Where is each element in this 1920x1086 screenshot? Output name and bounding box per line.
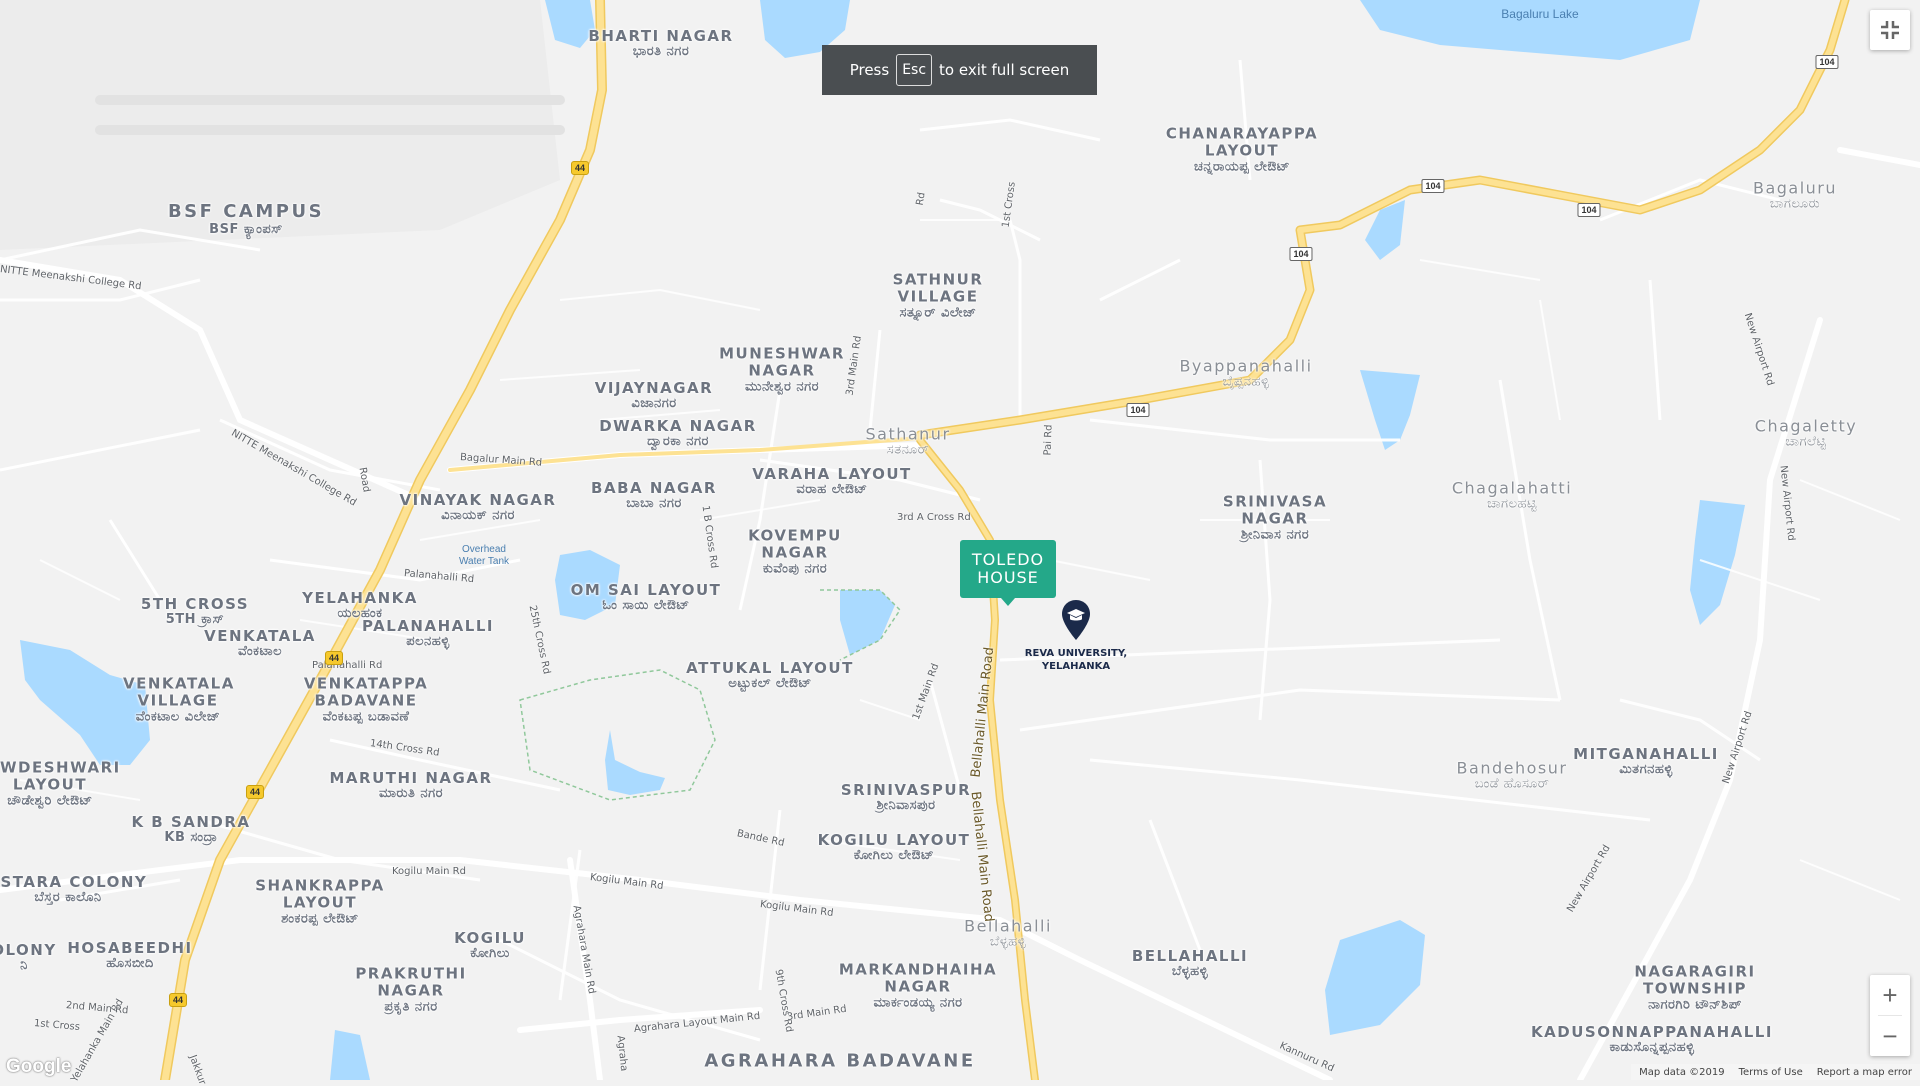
place-label: MITGANAHALLI ಮಿತಗನಹಳ್ಳಿ: [1573, 744, 1719, 778]
village-label: Bagaluru ಬಾಗಲೂರು: [1752, 178, 1838, 212]
sh-shield: 104: [1126, 403, 1150, 417]
place-label: MARUTHI NAGAR ಮಾರುತಿ ನಗರ: [329, 768, 493, 802]
place-label: SRINIVASA NAGAR ಶ್ರೀನಿವಾಸ ನಗರ: [1222, 492, 1328, 542]
marker-line2: HOUSE: [977, 568, 1039, 587]
place-label: CHANARAYAPPA LAYOUT ಚನ್ನರಾಯಪ್ಪ ಲೇಔಟ್: [1165, 124, 1319, 174]
sh-shield: 104: [1815, 55, 1839, 69]
place-label: VARAHA LAYOUT ವರಾಹ ಲೇಔಟ್: [752, 464, 912, 498]
place-label: VENKATAPPA BADAVANE ವೆಂಕಟಪ್ಪ ಬಡಾವಣೆ: [303, 674, 429, 724]
place-label: BELLAHALLI ಬೆಳ್ಳಹಳ್ಳಿ: [1131, 946, 1249, 980]
marker-line1: TOLEDO: [971, 549, 1045, 569]
map-attribution: Map data ©2019 Terms of Use Report a map…: [1631, 1064, 1920, 1080]
sh-shield: 104: [1289, 247, 1313, 261]
place-label: KOVEMPU NAGAR ಕುವೆಂಪು ನಗರ: [748, 526, 842, 576]
place-label: VENKATALA ವೆಂಕಟಾಲ: [204, 626, 316, 660]
village-label: Bandehosur ಬಂಡೆ ಹೊಸೂರ್: [1456, 758, 1568, 792]
place-label: WDESHWARI LAYOUT ಚೌಡೇಶ್ವರಿ ಲೇಔಟ್: [0, 758, 121, 808]
place-label: HOSABEEDHI ಹೊಸಬೀದಿ: [67, 938, 193, 972]
water-tank-label: Overhead Water Tank: [458, 544, 510, 567]
place-label: 5TH CROSS 5TH ಕ್ರಾಸ್: [140, 594, 250, 628]
esc-key-indicator: Esc: [896, 54, 933, 86]
place-label: SHANKRAPPA LAYOUT ಶಂಕರಪ್ಪ ಲೇಔಟ್: [255, 876, 385, 926]
property-marker[interactable]: TOLEDO HOUSE: [960, 540, 1056, 606]
road-label: Rd: [914, 191, 928, 207]
toast-suffix-text: to exit full screen: [939, 61, 1070, 79]
place-label: MUNESHWAR NAGAR ಮುನೇಶ್ವರ ನಗರ: [719, 344, 845, 394]
report-error-link[interactable]: Report a map error: [1817, 1067, 1912, 1078]
place-label: VINAYAK NAGAR ವಿನಾಯಕ್ ನಗರ: [399, 490, 557, 524]
village-label: Chagalahatti ಚಾಗಲಹಟ್ಟಿ: [1451, 478, 1573, 512]
place-label: KADUSONNAPPANAHALLI ಕಾಡುಸೊನ್ನಪ್ಪನಹಳ್ಳಿ: [1531, 1022, 1773, 1056]
google-logo[interactable]: Google: [6, 1056, 71, 1078]
place-label: SATHNUR VILLAGE ಸತ್ನೂರ್ ವಿಲೇಜ್: [892, 270, 984, 320]
place-label: OLONYನಿ: [0, 940, 57, 974]
road-label: 3rd A Cross Rd: [897, 512, 971, 523]
place-label: OM SAI LAYOUT ಓಂ ಸಾಯಿ ಲೇಔಟ್: [570, 580, 722, 614]
place-label: BABA NAGAR ಬಾಬಾ ನಗರ: [591, 478, 717, 512]
toast-press-text: Press: [849, 61, 890, 79]
sh-shield: 104: [1577, 203, 1601, 217]
lake-label: Bagaluru Lake: [1501, 6, 1579, 21]
map-data-text: Map data ©2019: [1639, 1066, 1725, 1078]
zoom-in-button[interactable]: +: [1870, 975, 1910, 1015]
fullscreen-exit-toast: Press Esc to exit full screen: [822, 45, 1097, 95]
place-label: MARKANDHAIHA NAGAR ಮಾರ್ಕಂಡಯ್ಯ ನಗರ: [838, 960, 998, 1010]
place-label: PRAKRUTHI NAGAR ಪ್ರಕೃತಿ ನಗರ: [355, 964, 467, 1014]
place-label: VIJAYNAGAR ವಿಜಾನಗರ: [594, 378, 714, 412]
university-label: REVA UNIVERSITY, YELAHANKA: [1024, 648, 1128, 672]
road-label: Kogilu Main Rd: [392, 866, 466, 877]
place-label: VENKATALA VILLAGE ವೆಂಕಟಾಲ ವಿಲೇಜ್: [123, 674, 235, 724]
place-label: SRINIVASPUR ಶ್ರೀನಿವಾಸಪುರ: [840, 780, 972, 814]
exit-fullscreen-button[interactable]: [1870, 10, 1910, 50]
place-label: BSF CAMPUS BSF ಕ್ಯಾಂಪಸ್: [167, 201, 325, 237]
place-label: ATTUKAL LAYOUT ಅಟ್ಟುಕಲ್ ಲೇಔಟ್: [686, 658, 854, 692]
nh-shield: 44: [324, 651, 344, 665]
place-label: K B SANDRA KB ಸಂದ್ರಾ: [131, 812, 251, 846]
place-label: KOGILU ಕೋಗಿಲು: [454, 928, 526, 962]
sh-shield: 104: [1421, 179, 1445, 193]
nh-shield: 44: [570, 161, 590, 175]
village-label: Chagaletty ಚಾಗಲೆಟ್ಟಿ: [1754, 416, 1858, 450]
exit-fullscreen-icon: [1881, 21, 1899, 39]
place-label: BHARTI NAGAR ಭಾರತಿ ನಗರ: [588, 26, 734, 60]
place-label: AGRAHARA BADAVANE: [704, 1050, 976, 1072]
place-label: DWARKA NAGAR ದ್ವಾರಕಾ ನಗರ: [599, 416, 757, 450]
zoom-control: + −: [1870, 975, 1910, 1056]
village-label: Byappanahalli ಬೈಪ್ಪನಹಳ್ಳಿ: [1179, 356, 1313, 390]
village-label: Bellahalli ಬೆಳ್ಳಹಳ್ಳಿ: [964, 916, 1052, 950]
place-label: PALANAHALLI ಪಲನಹಳ್ಳಿ: [362, 616, 494, 650]
terms-link[interactable]: Terms of Use: [1739, 1067, 1803, 1078]
zoom-out-button[interactable]: −: [1870, 1016, 1910, 1056]
village-label: Sathanur ಸತನೂರ್: [865, 424, 951, 458]
graduation-cap-icon[interactable]: [1060, 598, 1092, 642]
place-label: KOGILU LAYOUT ಕೋಗಿಲು ಲೇಔಟ್: [817, 830, 971, 864]
nh-shield: 44: [245, 785, 265, 799]
road-label: Palanahalli Rd: [312, 660, 383, 671]
place-label: ESTARA COLONY ಬೆಸ್ತರ ಕಾಲೊನಿ: [0, 872, 148, 906]
nh-shield: 44: [168, 993, 188, 1007]
place-label: NAGARAGIRI TOWNSHIP ನಾಗರಗಿರಿ ಟೌನ್‌ಶಿಪ್: [1634, 962, 1756, 1012]
road-label: Pai Rd: [1042, 424, 1055, 456]
